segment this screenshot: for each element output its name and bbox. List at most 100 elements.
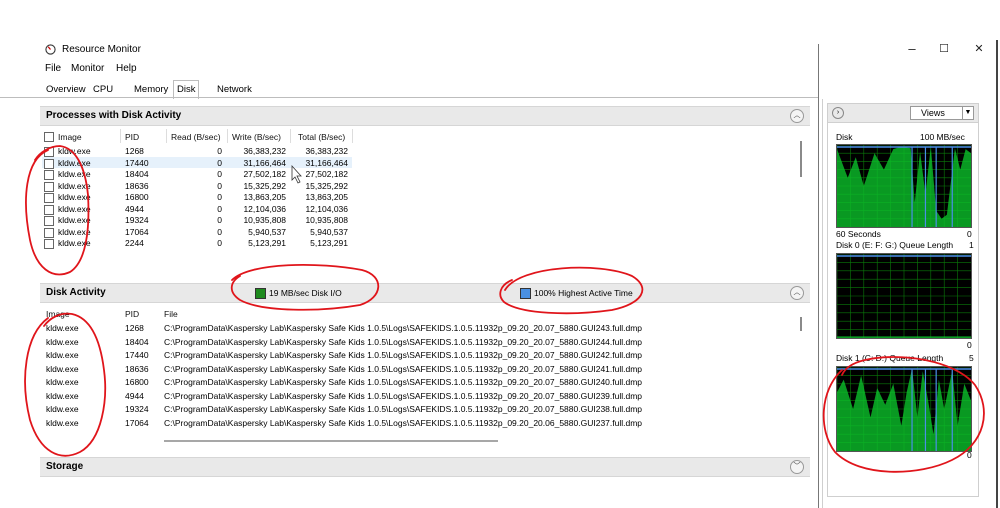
process-total: 5,123,291 <box>310 238 348 248</box>
activity-file: C:\ProgramData\Kaspersky Lab\Kaspersky S… <box>164 417 643 428</box>
expand-down-icon[interactable]: ﹀ <box>790 460 804 474</box>
col-image[interactable]: Image <box>46 309 70 319</box>
process-total: 5,940,537 <box>310 226 348 237</box>
activity-file: C:\ProgramData\Kaspersky Lab\Kaspersky S… <box>164 336 643 347</box>
process-pid: 18636 <box>125 180 149 191</box>
activity-pid: 18636 <box>125 363 149 374</box>
menu-file[interactable]: File <box>45 63 61 74</box>
graph-pane: › Views ▼ Disk 100 MB/sec 60 Seconds 0 D… <box>822 99 979 508</box>
process-total: 31,166,464 <box>305 157 348 168</box>
process-image: kldw.exe <box>58 157 91 168</box>
disk-graph-title: Disk <box>836 132 853 142</box>
disk-activity-section-header[interactable]: Disk Activity 19 MB/sec Disk I/O 100% Hi… <box>40 283 810 303</box>
disk-graph-min: 0 <box>967 229 972 239</box>
maximize-button[interactable]: ☐ <box>929 40 959 58</box>
tab-cpu[interactable]: CPU <box>90 82 116 97</box>
graph-activity-area <box>837 146 971 227</box>
process-total: 27,502,182 <box>305 169 348 179</box>
views-button[interactable]: Views <box>910 106 964 120</box>
select-all-checkbox[interactable] <box>44 132 54 142</box>
col-image[interactable]: Image <box>58 132 82 142</box>
activity-image: kldw.exe <box>46 323 79 333</box>
process-image: kldw.exe <box>58 192 91 202</box>
disk-tab-content: Processes with Disk Activity ︿ Image PID… <box>40 99 810 508</box>
disk-graph-time-label: 60 Seconds <box>836 229 881 239</box>
activity-image: kldw.exe <box>46 390 79 401</box>
process-pid: 17440 <box>125 157 149 168</box>
disk0-graph-title: Disk 0 (E: F: G:) Queue Length <box>836 240 954 250</box>
disk1-graph-title: Disk 1 (C: D:) Queue Length <box>836 353 944 363</box>
process-pid: 17064 <box>125 226 149 237</box>
activity-file: C:\ProgramData\Kaspersky Lab\Kaspersky S… <box>164 363 643 374</box>
row-checkbox[interactable] <box>44 204 54 215</box>
row-checkbox[interactable] <box>44 227 54 238</box>
row-checkbox[interactable] <box>44 216 54 226</box>
process-read: 0 <box>217 157 222 168</box>
col-divider <box>352 129 353 143</box>
row-checkbox[interactable] <box>44 158 54 169</box>
col-write[interactable]: Write (B/sec) <box>232 132 281 142</box>
disk-io-label: 19 MB/sec Disk I/O <box>269 288 342 298</box>
disk1-graph-scale: 5 <box>969 353 974 363</box>
tab-bar: Overview CPU Memory Disk Network <box>0 80 1000 99</box>
col-read[interactable]: Read (B/sec) <box>171 132 221 142</box>
col-pid[interactable]: PID <box>125 132 139 142</box>
col-pid[interactable]: PID <box>125 309 139 319</box>
disk1-graph-min: 0 <box>967 450 972 460</box>
process-read: 0 <box>217 215 222 225</box>
minimize-button[interactable]: – <box>897 40 927 58</box>
process-total: 36,383,232 <box>305 146 348 156</box>
pane-splitter[interactable] <box>818 44 819 508</box>
tab-network[interactable]: Network <box>214 82 255 97</box>
activity-pid: 17440 <box>125 350 149 360</box>
row-checkbox[interactable] <box>44 147 54 157</box>
processes-section-title: Processes with Disk Activity <box>46 110 182 121</box>
collapse-up-icon[interactable]: ︿ <box>790 109 804 123</box>
graph-activity-area <box>837 336 971 338</box>
disk-activity-hscrollbar[interactable] <box>164 440 498 442</box>
disk1-queue-graph <box>836 366 972 452</box>
row-checkbox[interactable] <box>44 170 54 180</box>
disk-activity-scrollbar[interactable] <box>800 317 802 331</box>
row-checkbox[interactable] <box>44 193 54 203</box>
chevron-down-icon[interactable]: ▼ <box>962 106 974 120</box>
process-read: 0 <box>217 226 222 237</box>
close-button[interactable]: ✕ <box>964 40 994 58</box>
activity-image: kldw.exe <box>46 350 79 360</box>
resource-monitor-icon <box>45 44 56 55</box>
disk0-graph-min: 0 <box>967 340 972 350</box>
col-divider <box>166 129 167 143</box>
process-image: kldw.exe <box>58 215 91 225</box>
process-pid: 16800 <box>125 192 149 202</box>
collapse-pane-icon[interactable]: › <box>832 107 844 119</box>
disk-activity-title: Disk Activity <box>46 287 106 298</box>
processes-section-header[interactable]: Processes with Disk Activity ︿ <box>40 106 810 126</box>
process-pid: 1268 <box>125 146 144 156</box>
row-checkbox[interactable] <box>44 239 54 249</box>
activity-pid: 4944 <box>125 390 144 401</box>
storage-section-header[interactable]: Storage ﹀ <box>40 457 810 477</box>
collapse-up-icon[interactable]: ︿ <box>790 286 804 300</box>
process-read: 0 <box>217 146 222 156</box>
process-total: 10,935,808 <box>305 215 348 225</box>
menu-bar: File Monitor Help <box>0 63 1000 77</box>
tab-overview[interactable]: Overview <box>43 82 89 97</box>
activity-pid: 19324 <box>125 404 149 414</box>
col-total[interactable]: Total (B/sec) <box>298 132 345 142</box>
col-divider <box>227 129 228 143</box>
menu-monitor[interactable]: Monitor <box>71 63 104 74</box>
tab-memory[interactable]: Memory <box>131 82 171 97</box>
process-read: 0 <box>217 180 222 191</box>
activity-image: kldw.exe <box>46 377 79 387</box>
process-total: 12,104,036 <box>305 203 348 214</box>
process-write: 5,940,537 <box>248 226 286 237</box>
col-file[interactable]: File <box>164 309 178 319</box>
menu-help[interactable]: Help <box>116 63 137 74</box>
process-read: 0 <box>217 192 222 202</box>
processes-scrollbar[interactable] <box>800 141 802 177</box>
title-bar: Resource Monitor – ☐ ✕ <box>0 0 1000 62</box>
process-write: 27,502,182 <box>243 169 286 179</box>
activity-file: C:\ProgramData\Kaspersky Lab\Kaspersky S… <box>164 404 643 414</box>
row-checkbox[interactable] <box>44 181 54 192</box>
activity-image: kldw.exe <box>46 363 79 374</box>
